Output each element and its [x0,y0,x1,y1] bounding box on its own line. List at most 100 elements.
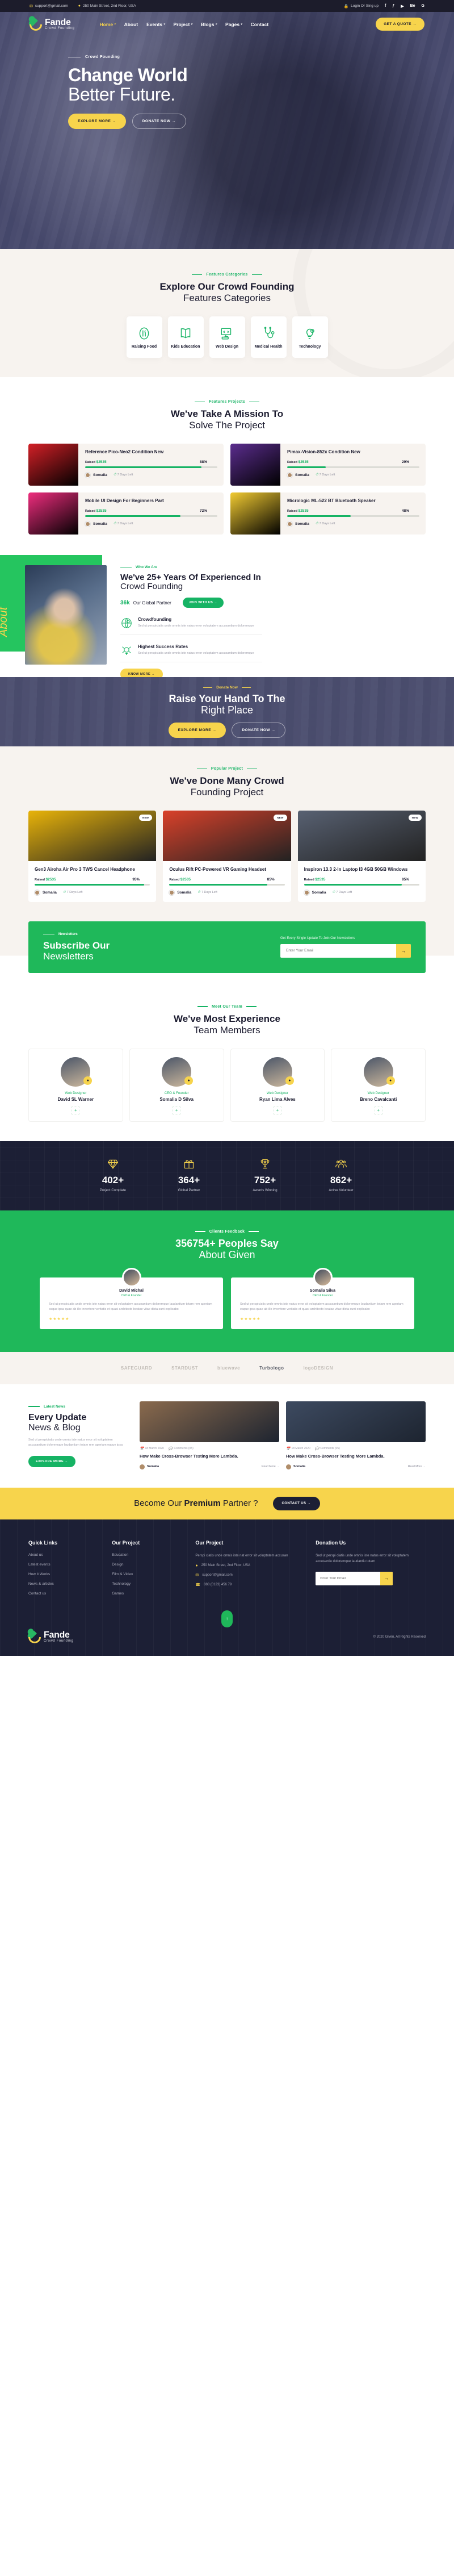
project-progress-bar [287,515,419,517]
team-member-name: Breno Cavalcanti [359,1096,397,1102]
done-title: Gen3 Airoha Air Pro 3 TWS Cancel Headpho… [35,867,135,872]
blog-read-more-link[interactable]: Read More → [408,1465,426,1468]
footer-link[interactable]: How it Works [28,1572,102,1576]
footer-link[interactable]: Film & Video [112,1572,185,1576]
contact-us-button[interactable]: CONTACT US → [272,1496,320,1510]
nav-item-home[interactable]: Home ▾ [99,22,115,27]
done-projects-section: Popular Project We've Done Many Crowd Fo… [0,746,454,921]
footer-link[interactable]: About us [28,1553,102,1557]
nav-item-about[interactable]: About [124,22,138,27]
feature-card-raising-food[interactable]: Raising Food [126,316,162,358]
team-share-button[interactable]: + [173,1106,181,1114]
blog-desc: Sed ut perspiciatis unde omnis iste natu… [28,1438,123,1447]
footer-link[interactable]: Games [112,1592,185,1596]
avatar: ● [162,1057,194,1087]
project-percent: 72% [199,509,207,513]
google-icon[interactable]: G [422,4,424,9]
blog-card[interactable]: 📅 18 March 2020 💬 Comments (05) How Make… [286,1401,426,1469]
testimonials-heading-bold: 356754+ Peoples Say [175,1237,279,1249]
feature-card-technology[interactable]: Technology [292,316,328,358]
scroll-to-top-button[interactable]: ↑ [221,1610,233,1627]
footer-phone[interactable]: ☎ 888 (0123) 456 79 [195,1583,305,1587]
footer-logo[interactable]: Fande Crowd Founding [28,1629,73,1643]
project-amount: $2535 [96,460,107,464]
team-share-button[interactable]: + [72,1106,80,1114]
youtube-icon[interactable]: ▶ [401,4,403,9]
chevron-down-icon: ▾ [191,22,192,26]
testimonial-text: Sed ut perspiciatis unde omnis iste natu… [49,1302,212,1311]
nav-item-contact[interactable]: Contact [251,22,269,27]
team-member-card[interactable]: ● Web Designer Breno Cavalcanti + [331,1048,426,1122]
about-feature-desc: Sed ut perspiciatis unde omnis iste natu… [138,624,254,628]
nav-menu: Home ▾ About Events ▾ Project ▾ Blogs ▾ Page… [99,22,268,27]
done-progress-bar [304,884,419,886]
team-share-button[interactable]: + [273,1106,281,1114]
footer-link[interactable]: Design [112,1563,185,1567]
footer-link[interactable]: Education [112,1553,185,1557]
raise-explore-button[interactable]: EXPLORE MORE → [168,723,226,738]
behance-icon[interactable]: Be [410,4,415,9]
feature-card-kids-education[interactable]: Kids Education [167,316,204,358]
project-card[interactable]: Mobile UI Design For Beginners Part Rais… [28,492,224,535]
counter-label: Awards Winning [253,1188,278,1192]
newsletter-submit-button[interactable]: → [396,943,411,958]
done-percent: 85% [267,878,275,882]
project-card[interactable]: Pimax-Vision-852x Condition New Raised $… [230,444,426,486]
footer-email-input[interactable] [316,1576,381,1580]
book-icon [180,328,191,338]
nav-item-blogs[interactable]: Blogs ▾ [201,22,217,27]
feature-label: Web Design [216,344,238,349]
footer-submit-button[interactable]: → [380,1571,393,1585]
hero-donate-button[interactable]: DONATE NOW → [132,114,186,129]
project-progress-bar [85,466,217,468]
blog-tag: Latest News [28,1405,131,1409]
hero-explore-button[interactable]: EXPLORE MORE → [68,114,126,129]
project-image [28,492,78,535]
blog-explore-button[interactable]: EXPLORE MORE → [28,1455,75,1467]
done-card[interactable]: NEW Oculus Rift PC-Powered VR Gaming Hea… [163,811,291,902]
done-card[interactable]: NEW Gen3 Airoha Air Pro 3 TWS Cancel Hea… [28,811,157,902]
feature-label: Medical Health [254,344,283,349]
team-share-button[interactable]: + [374,1106,382,1114]
trophy-icon [260,1159,270,1168]
feature-card-medical-health[interactable]: Medical Health [250,316,287,358]
login-link[interactable]: 🔒 Login Or Sing up [343,4,379,9]
footer-email[interactable]: ✉ support@gmail.com [195,1573,305,1577]
team-member-card[interactable]: ● Web Designer Ryan Lima Alves + [230,1048,325,1122]
get-quote-button[interactable]: GET A QUOTE → [376,18,424,31]
team-member-card[interactable]: ● Web Designer David SL Warner + [28,1048,123,1122]
newsletter-email-input[interactable] [280,949,396,953]
done-raised: Raised $2535 [304,878,326,882]
done-author: Somalia [177,890,192,895]
heart-hands-logo-icon [30,16,42,31]
project-card[interactable]: Reference Pico-Neo2 Condition New Raised… [28,444,224,486]
feature-card-web-design[interactable]: Web Design [209,316,245,358]
nav-item-project[interactable]: Project ▾ [174,22,192,27]
footer-link[interactable]: Latest events [28,1563,102,1567]
footer-link[interactable]: Contact us [28,1592,102,1596]
project-progress-bar [287,466,419,468]
site-logo[interactable]: Fande Crowd Founding [30,16,74,31]
done-progress-bar [169,884,285,886]
project-card[interactable]: Micrologic ML-522 BT Bluetooth Speaker R… [230,492,426,535]
topbar-email[interactable]: ✉ support@gmail.com [30,4,68,9]
footer-link[interactable]: Technology [112,1582,185,1586]
facebook-icon[interactable]: f [385,4,386,9]
done-card[interactable]: NEW Inspiron 13.3 2-In Laptop I3 4GB 50G… [297,811,426,902]
testimonial-card: David Michal CEO & Founder Sed ut perspi… [40,1267,223,1329]
blog-date: 📅 18 March 2020 [140,1447,164,1451]
premium-heading: Become Our Premium Partner ? [134,1498,258,1508]
footer-link[interactable]: News & articles [28,1582,102,1586]
features-heading-thin: Features Categories [183,293,271,303]
hero-title: Change World Better Future. [68,65,454,104]
blog-read-more-link[interactable]: Read More → [262,1465,279,1468]
nav-item-events[interactable]: Events ▾ [146,22,165,27]
raise-donate-button[interactable]: DONATE NOW → [232,723,286,738]
rating-stars: ★★★★★ [49,1317,70,1321]
twitter-icon[interactable]: ƒ [392,4,394,9]
team-member-card[interactable]: ● CEO & Founder Somalia D Silva + [129,1048,224,1122]
features-tag: Features Categories [0,273,454,277]
nav-item-pages[interactable]: Pages ▾ [225,22,242,27]
join-with-us-button[interactable]: JOIN WITH US → [182,598,224,608]
blog-card[interactable]: 📅 18 March 2020 💬 Comments (05) How Make… [140,1401,279,1469]
